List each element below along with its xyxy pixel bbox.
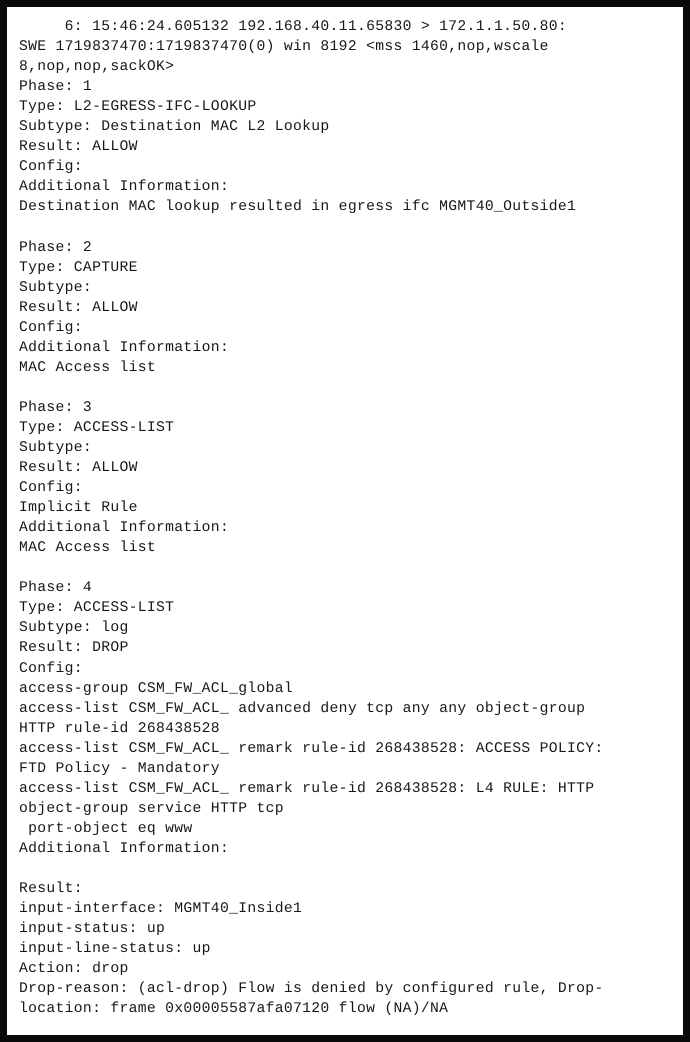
console-line: Subtype: — [19, 439, 93, 456]
console-line: 6: 15:46:24.605132 192.168.40.11.65830 >… — [19, 19, 568, 35]
console-line: Phase: 3 — [19, 399, 93, 416]
console-line: Phase: 1 — [19, 79, 93, 96]
console-line: input-interface: MGMT40_Inside1 — [19, 901, 303, 918]
console-line: MAC Access list — [19, 359, 157, 376]
console-line: object-group service HTTP tcp — [19, 800, 284, 817]
console-line: Phase: 4 — [19, 580, 93, 597]
console-line: Subtype: — [19, 279, 93, 296]
terminal-capture-frame: 6: 15:46:24.605132 192.168.40.11.65830 >… — [0, 0, 690, 1042]
console-line: Type: ACCESS-LIST — [19, 600, 175, 617]
console-line: Result: ALLOW — [19, 299, 138, 316]
console-line: input-status: up — [19, 921, 166, 938]
console-line: access-list CSM_FW_ACL_ remark rule-id 2… — [19, 740, 604, 757]
console-line: Subtype: log — [19, 620, 129, 637]
console-line: Config: — [19, 480, 83, 497]
console-line: Result: — [19, 881, 83, 898]
console-line: location: frame 0x00005587afa07120 flow … — [19, 1001, 449, 1018]
console-line: FTD Policy - Mandatory — [19, 760, 220, 777]
console-line: access-list CSM_FW_ACL_ advanced deny tc… — [19, 700, 586, 717]
console-line: Destination MAC lookup resulted in egres… — [19, 199, 577, 216]
console-line: Result: ALLOW — [19, 139, 138, 156]
console-line: access-list CSM_FW_ACL_ remark rule-id 2… — [19, 780, 595, 797]
console-line: Action: drop — [19, 961, 129, 978]
console-line: Additional Information: — [19, 179, 230, 196]
console-line: SWE 1719837470:1719837470(0) win 8192 <m… — [19, 39, 549, 56]
packet-tracer-output[interactable]: 6: 15:46:24.605132 192.168.40.11.65830 >… — [19, 17, 677, 1019]
console-line: Additional Information: — [19, 520, 230, 537]
console-line: Config: — [19, 319, 83, 336]
console-line: input-line-status: up — [19, 941, 211, 958]
console-line: Phase: 2 — [19, 239, 93, 256]
console-line: port-object eq www — [19, 820, 193, 837]
console-line: Subtype: Destination MAC L2 Lookup — [19, 119, 330, 136]
console-line: 8,nop,nop,sackOK> — [19, 59, 175, 76]
console-line: Result: DROP — [19, 640, 129, 657]
console-line: HTTP rule-id 268438528 — [19, 720, 220, 737]
console-line: Drop-reason: (acl-drop) Flow is denied b… — [19, 981, 604, 998]
console-line: Config: — [19, 660, 83, 677]
console-line: access-group CSM_FW_ACL_global — [19, 680, 294, 697]
console-line: Additional Information: — [19, 339, 230, 356]
console-line: Type: L2-EGRESS-IFC-LOOKUP — [19, 99, 257, 116]
console-line: Config: — [19, 159, 83, 176]
console-line: Result: ALLOW — [19, 460, 138, 477]
console-line: Additional Information: — [19, 840, 230, 857]
console-line: Implicit Rule — [19, 500, 138, 517]
console-line: Type: ACCESS-LIST — [19, 419, 175, 436]
console-line: MAC Access list — [19, 540, 157, 557]
console-line: Type: CAPTURE — [19, 259, 138, 276]
